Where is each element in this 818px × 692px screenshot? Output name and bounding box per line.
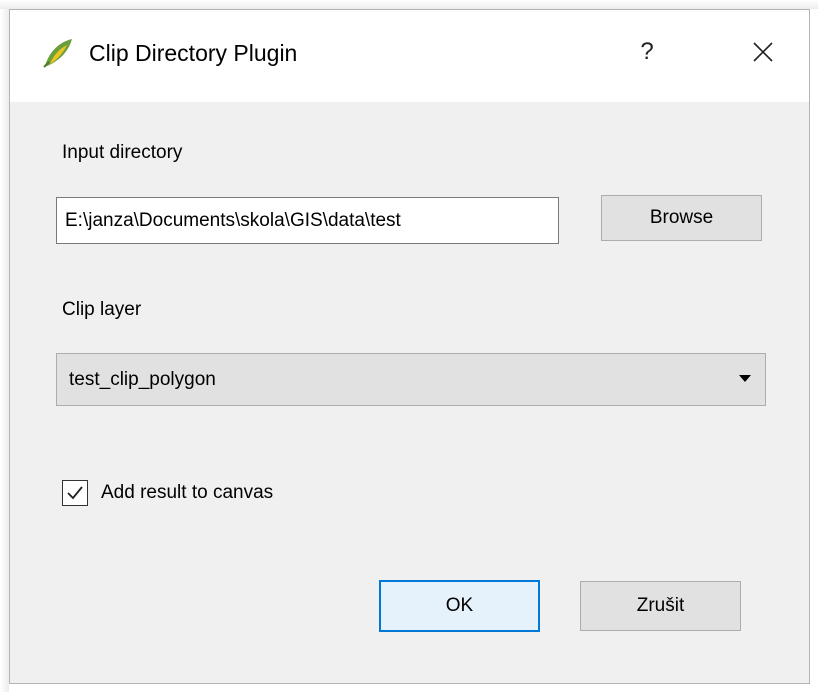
clip-directory-dialog: Clip Directory Plugin ? Input directory … (9, 9, 810, 684)
help-button[interactable]: ? (632, 32, 662, 72)
add-result-checkbox[interactable] (62, 480, 88, 506)
dropdown-arrow-icon (739, 375, 751, 382)
window-shadow-left (0, 0, 9, 692)
ok-button[interactable]: OK (379, 580, 540, 632)
window-shadow-top (0, 0, 818, 9)
input-directory-field[interactable]: E:\janza\Documents\skola\GIS\data\test (56, 197, 559, 244)
cancel-button[interactable]: Zrušit (580, 581, 741, 631)
browse-button[interactable]: Browse (601, 195, 762, 241)
qgis-logo-icon (43, 39, 72, 68)
window-title: Clip Directory Plugin (89, 40, 298, 66)
add-result-label[interactable]: Add result to canvas (101, 482, 273, 504)
clip-layer-selected-value: test_clip_polygon (69, 369, 216, 390)
clip-layer-dropdown[interactable]: test_clip_polygon (56, 353, 766, 406)
checkmark-icon (67, 486, 83, 500)
close-button[interactable] (740, 32, 786, 72)
clip-layer-label: Clip layer (62, 299, 142, 320)
input-directory-label: Input directory (62, 142, 183, 163)
close-icon (753, 42, 773, 62)
title-bar[interactable]: Clip Directory Plugin ? (10, 10, 809, 102)
